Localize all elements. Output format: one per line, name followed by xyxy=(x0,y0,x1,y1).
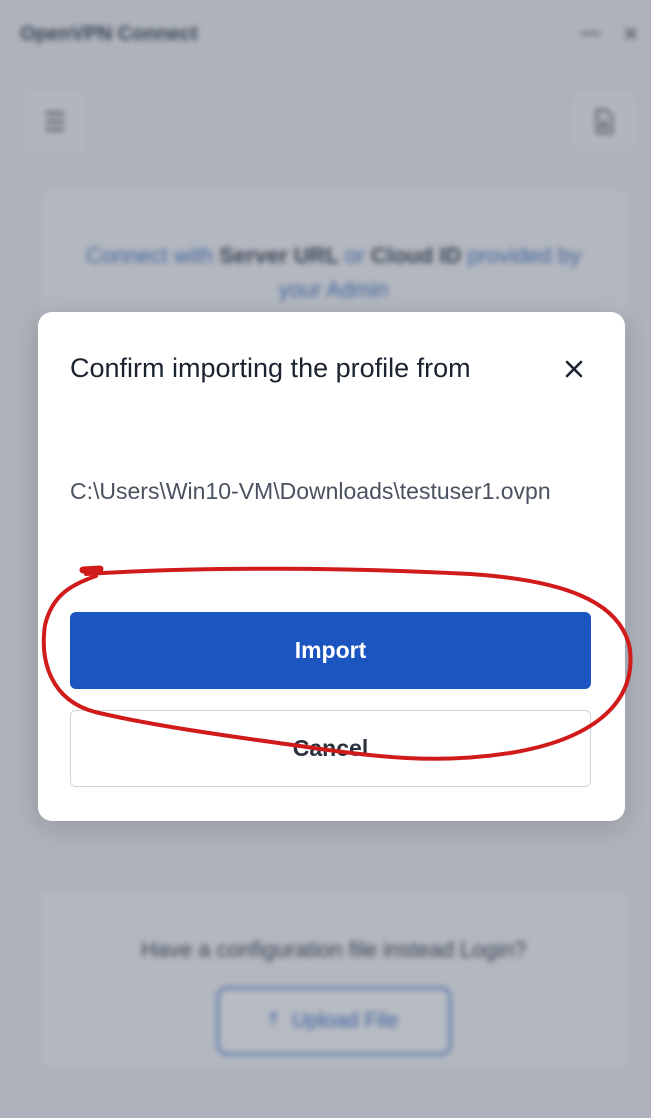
cancel-button-label: Cancel xyxy=(292,735,369,761)
confirm-import-dialog: Confirm importing the profile from C:\Us… xyxy=(38,312,625,821)
close-icon xyxy=(565,360,583,378)
import-button-label: Import xyxy=(294,637,367,663)
profile-file-path: C:\Users\Win10-VM\Downloads\testuser1.ov… xyxy=(70,478,551,504)
dialog-title: Confirm importing the profile from xyxy=(70,353,471,383)
dialog-close-button[interactable] xyxy=(559,354,589,384)
import-button[interactable]: Import xyxy=(70,612,591,689)
app-root: OpenVPN Connect — ✕ ☰ Connect with Serve… xyxy=(0,0,651,1118)
cancel-button[interactable]: Cancel xyxy=(70,710,591,787)
